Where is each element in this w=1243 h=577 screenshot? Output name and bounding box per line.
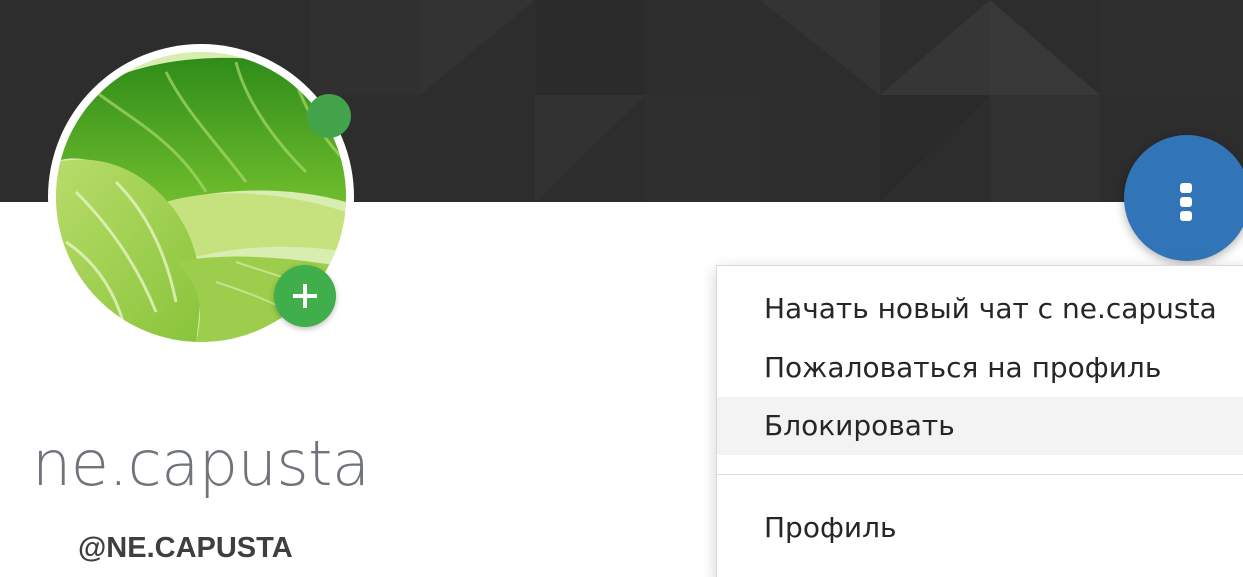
profile-display-name: ne.capusta [32, 427, 370, 500]
menu-divider [717, 474, 1243, 475]
profile-username: @NE.CAPUSTA [78, 532, 293, 564]
plus-icon [293, 284, 317, 308]
online-status-indicator [307, 94, 351, 138]
more-options-button[interactable] [1124, 135, 1243, 261]
menu-item-block[interactable]: Блокировать [717, 397, 1243, 455]
profile-context-menu: Начать новый чат с ne.capusta Пожаловать… [716, 265, 1243, 577]
menu-item-report-profile[interactable]: Пожаловаться на профиль [717, 339, 1243, 397]
add-contact-button[interactable] [274, 265, 336, 327]
menu-item-start-chat[interactable]: Начать новый чат с ne.capusta [717, 280, 1243, 338]
menu-item-profile[interactable]: Профиль [717, 499, 1243, 557]
avatar-container [48, 44, 354, 350]
